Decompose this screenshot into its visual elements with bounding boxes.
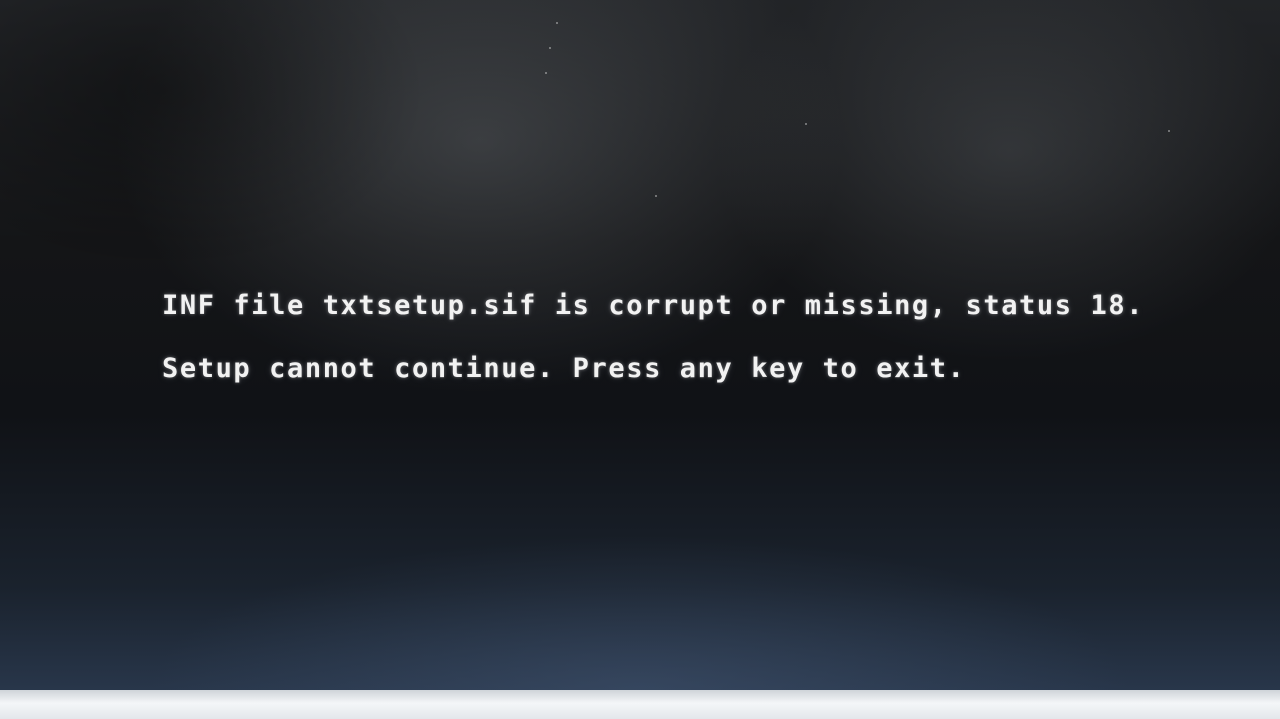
screen-glare [0,0,1280,690]
screen-dust-speck [556,22,558,24]
screen-dust-speck [805,123,807,125]
screen-dust-speck [545,72,547,74]
screen-dust-speck [655,195,657,197]
error-message-line: INF file txtsetup.sif is corrupt or miss… [162,290,1145,321]
screen-dust-speck [1168,130,1170,132]
exit-instruction-line: Setup cannot continue. Press any key to … [162,353,966,384]
screen-dust-speck [549,47,551,49]
setup-error-screen: INF file txtsetup.sif is corrupt or miss… [0,0,1280,690]
monitor-bezel [0,690,1280,719]
